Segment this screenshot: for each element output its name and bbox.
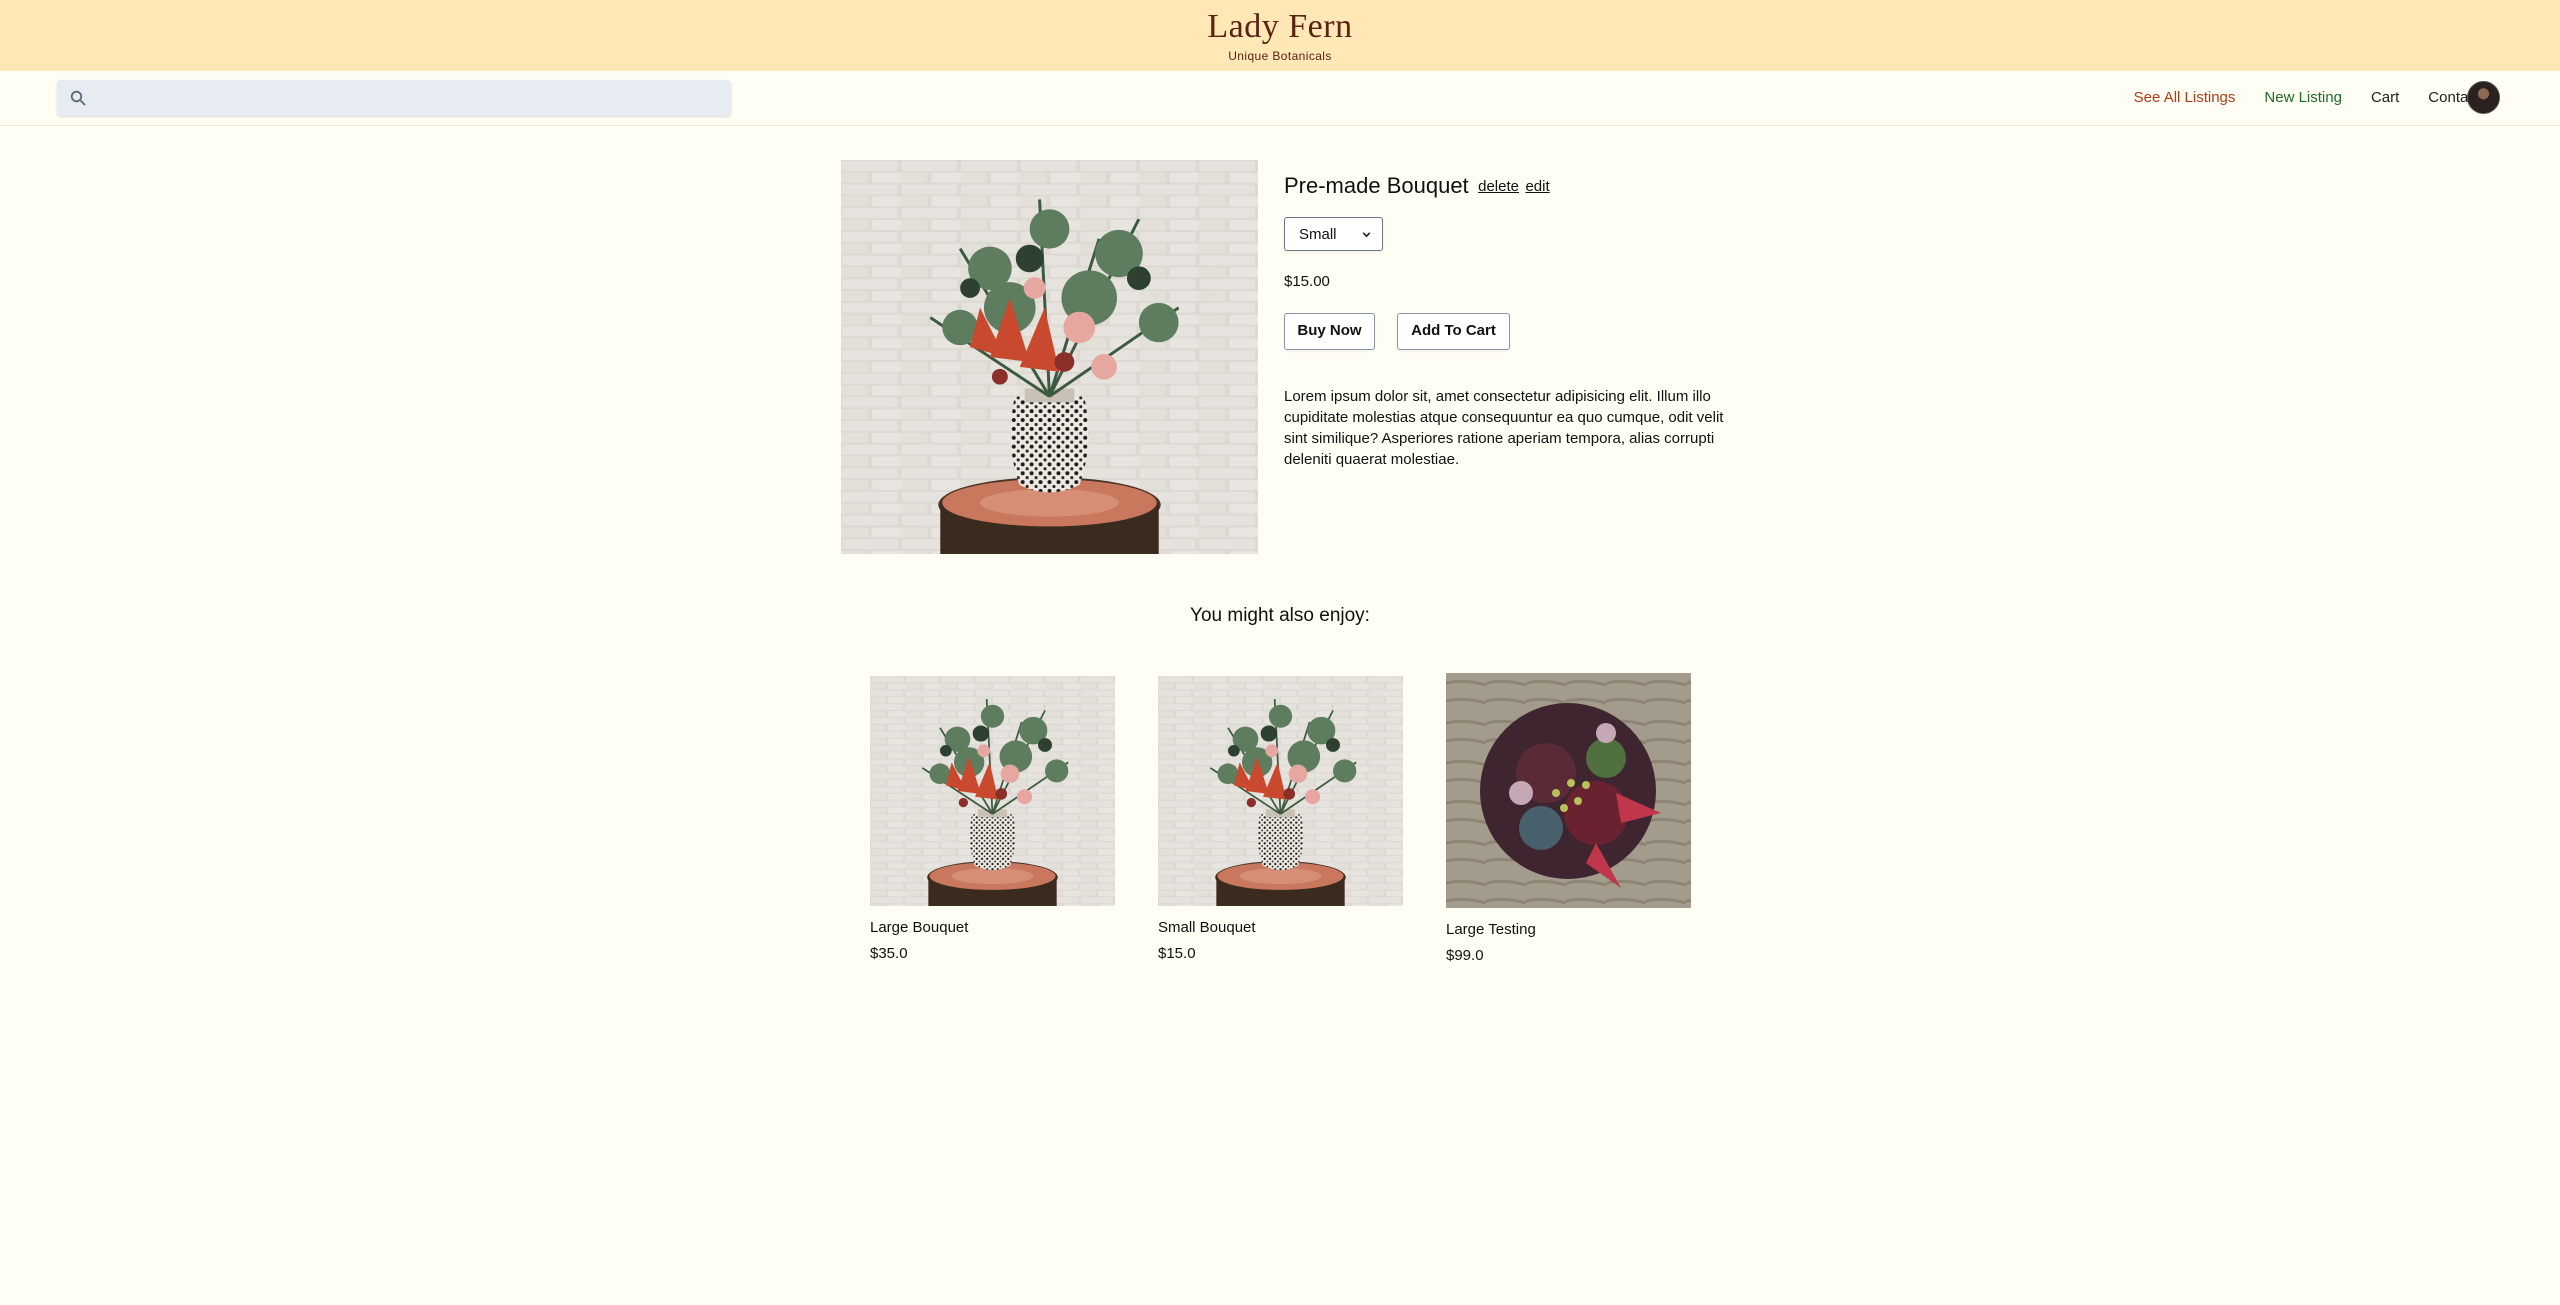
delete-link[interactable]: delete <box>1478 178 1519 195</box>
search-bar[interactable] <box>57 80 731 116</box>
edit-link[interactable]: edit <box>1525 178 1549 195</box>
chevron-down-icon <box>1362 232 1371 238</box>
recommendation-photo[interactable] <box>870 676 1115 906</box>
recommendation-name[interactable]: Large Testing <box>1446 921 1691 938</box>
product-title: Pre-made Bouquet <box>1284 173 1469 198</box>
add-to-cart-button[interactable]: Add To Cart <box>1397 313 1510 350</box>
user-avatar[interactable] <box>2467 81 2500 114</box>
site-header: Lady Fern Unique Botanicals <box>0 0 2560 71</box>
recommendation-card[interactable]: Small Bouquet $15.0 <box>1158 676 1403 962</box>
product-photo <box>841 160 1258 554</box>
recommendation-photo[interactable] <box>1446 673 1691 908</box>
recommendations-heading: You might also enjoy: <box>1190 605 1370 626</box>
brand-subtitle: Unique Botanicals <box>1228 49 1332 63</box>
recommendation-card[interactable]: Large Bouquet $35.0 <box>870 676 1115 962</box>
recommendation-name[interactable]: Small Bouquet <box>1158 919 1403 936</box>
nav-cart[interactable]: Cart <box>2371 89 2399 109</box>
product-description: Lorem ipsum dolor sit, amet consectetur … <box>1284 388 1724 468</box>
search-input[interactable] <box>95 80 725 116</box>
recommendation-price: $15.0 <box>1158 945 1196 962</box>
nav-new-listing[interactable]: New Listing <box>2264 89 2342 109</box>
brand-title[interactable]: Lady Fern <box>0 8 2560 46</box>
recommendation-card[interactable]: Large Testing $99.0 <box>1446 673 1691 964</box>
size-select[interactable]: Small <box>1284 217 1383 251</box>
recommendation-price: $35.0 <box>870 945 908 962</box>
nav-links: See All Listings New Listing Cart Contac… <box>2134 89 2480 109</box>
buy-now-button[interactable]: Buy Now <box>1284 313 1375 350</box>
recommendation-photo[interactable] <box>1158 676 1403 906</box>
recommendation-name[interactable]: Large Bouquet <box>870 919 1115 936</box>
navbar: See All Listings New Listing Cart Contac… <box>0 71 2560 126</box>
product-title-row: Pre-made Bouquet delete edit <box>1284 173 1550 203</box>
recommendation-price: $99.0 <box>1446 947 1484 964</box>
size-select-value: Small <box>1299 226 1337 243</box>
product-price: $15.00 <box>1284 273 1330 290</box>
nav-see-all-listings[interactable]: See All Listings <box>2134 89 2236 109</box>
search-icon <box>70 90 86 106</box>
